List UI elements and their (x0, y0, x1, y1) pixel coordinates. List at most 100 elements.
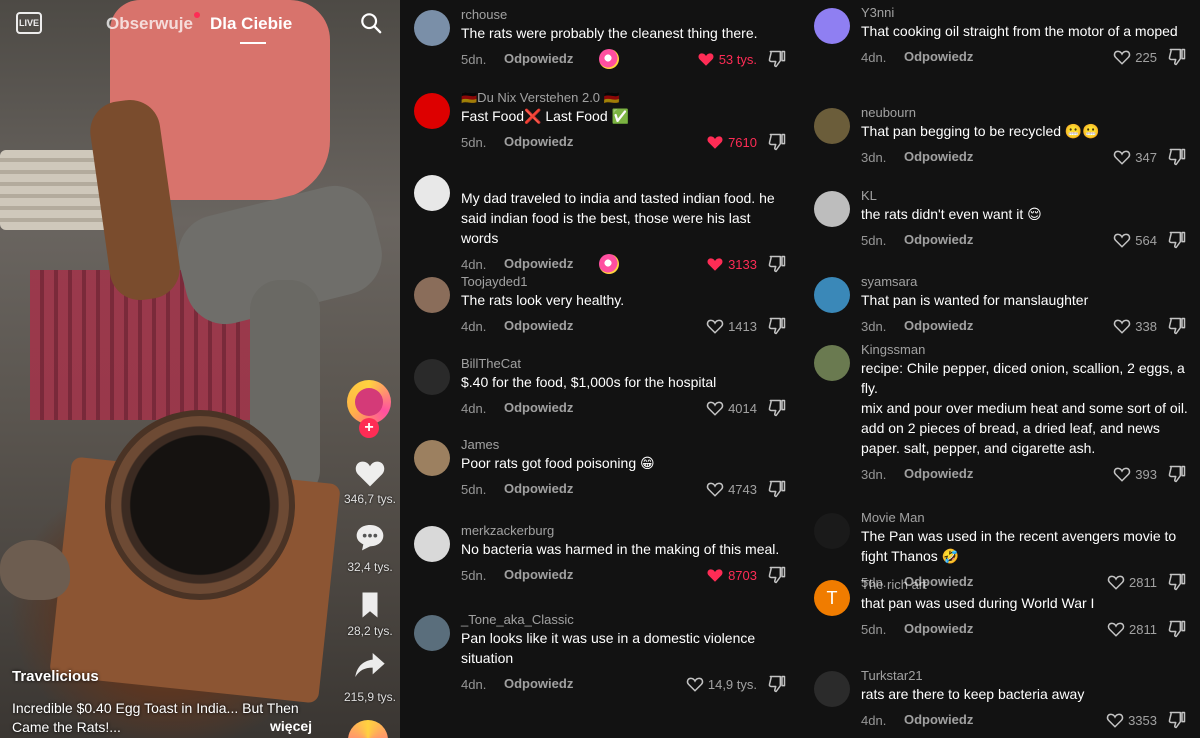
comment-username[interactable]: The rich art (861, 576, 1191, 593)
dislike-icon[interactable] (1167, 316, 1187, 336)
comment-username[interactable]: merkzackerburg (461, 522, 791, 539)
comment-avatar[interactable] (414, 93, 450, 129)
comment-username[interactable]: 🇩🇪Du Nix Verstehen 2.0 🇩🇪 (461, 89, 791, 106)
comment-avatar[interactable] (414, 277, 450, 313)
share-icon[interactable] (354, 650, 386, 680)
reply-button[interactable]: Odpowiedz (504, 256, 573, 271)
comment-username[interactable]: Turkstar21 (861, 667, 1191, 684)
comment-username[interactable] (461, 171, 791, 188)
comment-avatar[interactable] (814, 671, 850, 707)
comment-username[interactable]: Y3nni (861, 4, 1191, 21)
reply-button[interactable]: Odpowiedz (504, 134, 573, 149)
follow-button[interactable]: + (359, 418, 379, 438)
music-disc-icon[interactable] (348, 720, 388, 738)
dislike-icon[interactable] (1167, 47, 1187, 67)
heart-icon (707, 569, 723, 582)
reply-button[interactable]: Odpowiedz (904, 149, 973, 164)
comment-username[interactable]: James (461, 436, 791, 453)
comment-username[interactable]: Kingssman (861, 341, 1191, 358)
comment-like-button[interactable]: 564 (1113, 230, 1157, 250)
search-icon[interactable] (360, 12, 382, 34)
comment-avatar[interactable] (814, 277, 850, 313)
comment-avatar[interactable] (414, 175, 450, 211)
comment-avatar[interactable] (814, 108, 850, 144)
comment-avatar[interactable] (414, 440, 450, 476)
reply-button[interactable]: Odpowiedz (904, 232, 973, 247)
dislike-icon[interactable] (767, 479, 787, 499)
comment-text: That pan begging to be recycled 😬😬 (861, 123, 1100, 139)
comment-like-button[interactable]: 4014 (706, 398, 757, 418)
reply-button[interactable]: Odpowiedz (504, 51, 573, 66)
comment-avatar[interactable] (414, 615, 450, 651)
dislike-icon[interactable] (1167, 619, 1187, 639)
reply-button[interactable]: Odpowiedz (504, 567, 573, 582)
reply-button[interactable]: Odpowiedz (504, 481, 573, 496)
reply-button[interactable]: Odpowiedz (504, 676, 573, 691)
comment-like-button[interactable]: 1413 (706, 316, 757, 336)
live-icon[interactable]: LIVE (16, 12, 42, 34)
bookmark-icon[interactable] (354, 590, 386, 620)
comment-avatar[interactable] (414, 10, 450, 46)
comment-avatar[interactable] (414, 359, 450, 395)
comment-username[interactable]: KL (861, 187, 1191, 204)
dislike-icon[interactable] (1167, 147, 1187, 167)
comment-avatar[interactable] (814, 513, 850, 549)
reply-button[interactable]: Odpowiedz (904, 318, 973, 333)
reply-button[interactable]: Odpowiedz (504, 400, 573, 415)
comment-time: 5dn. (861, 233, 887, 248)
comment-icon[interactable] (354, 522, 386, 552)
comment-like-button[interactable]: 3353 (1106, 710, 1157, 730)
comment-avatar[interactable] (414, 526, 450, 562)
comment-username[interactable]: neubourn (861, 104, 1191, 121)
comment-like-button[interactable]: 225 (1113, 47, 1157, 67)
comment-like-button[interactable]: 8703 (706, 565, 757, 585)
dislike-icon[interactable] (767, 49, 787, 69)
tab-for-you[interactable]: Dla Ciebie (210, 14, 292, 34)
reply-button[interactable]: Odpowiedz (504, 318, 573, 333)
comment-avatar[interactable] (814, 345, 850, 381)
video-author[interactable]: Travelicious (12, 668, 99, 685)
comment-like-button[interactable]: 3133 (706, 254, 757, 274)
dislike-icon[interactable] (767, 565, 787, 585)
dislike-icon[interactable] (767, 254, 787, 274)
comment-username[interactable]: Movie Man (861, 509, 1191, 526)
dislike-icon[interactable] (767, 316, 787, 336)
comment-username[interactable]: syamsara (861, 273, 1191, 290)
comment-username[interactable]: Toojayded1 (461, 273, 791, 290)
heart-icon (698, 53, 714, 66)
active-tab-indicator (240, 42, 266, 44)
comment-avatar[interactable] (814, 8, 850, 44)
comment-like-button[interactable]: 393 (1113, 464, 1157, 484)
comment-like-button[interactable]: 338 (1113, 316, 1157, 336)
reply-button[interactable]: Odpowiedz (904, 712, 973, 727)
dislike-icon[interactable] (767, 398, 787, 418)
comment-like-button[interactable]: 2811 (1107, 619, 1157, 639)
comment-text: the rats didn't even want it 😌 (861, 206, 1042, 222)
reply-button[interactable]: Odpowiedz (904, 49, 973, 64)
comment-avatar[interactable]: T (814, 580, 850, 616)
comment-like-button[interactable]: 14,9 tys. (686, 674, 757, 694)
reply-button[interactable]: Odpowiedz (904, 466, 973, 481)
comment-text: The rats were probably the cleanest thin… (461, 25, 758, 41)
comment-username[interactable]: _Tone_aka_Classic (461, 611, 791, 628)
comment-time: 4dn. (861, 713, 887, 728)
dislike-icon[interactable] (1167, 230, 1187, 250)
comment-like-count: 225 (1135, 49, 1157, 65)
dislike-icon[interactable] (1167, 710, 1187, 730)
comment-username[interactable]: rchouse (461, 6, 791, 23)
comment-like-button[interactable]: 7610 (706, 132, 757, 152)
dislike-icon[interactable] (767, 674, 787, 694)
creator-liked-icon (599, 254, 619, 274)
video-player[interactable]: LIVE Obserwuje Dla Ciebie + 346,7 tys. 3… (0, 0, 400, 738)
heart-icon[interactable] (354, 458, 386, 488)
tab-following[interactable]: Obserwuje (106, 14, 193, 34)
comment-avatar[interactable] (814, 191, 850, 227)
reply-button[interactable]: Odpowiedz (904, 621, 973, 636)
comment-like-button[interactable]: 347 (1113, 147, 1157, 167)
comment-username[interactable]: BillTheCat (461, 355, 791, 372)
comment-like-button[interactable]: 53 tys. (697, 49, 757, 69)
more-link[interactable]: więcej (270, 718, 312, 734)
comment-like-button[interactable]: 4743 (706, 479, 757, 499)
dislike-icon[interactable] (1167, 464, 1187, 484)
dislike-icon[interactable] (767, 132, 787, 152)
